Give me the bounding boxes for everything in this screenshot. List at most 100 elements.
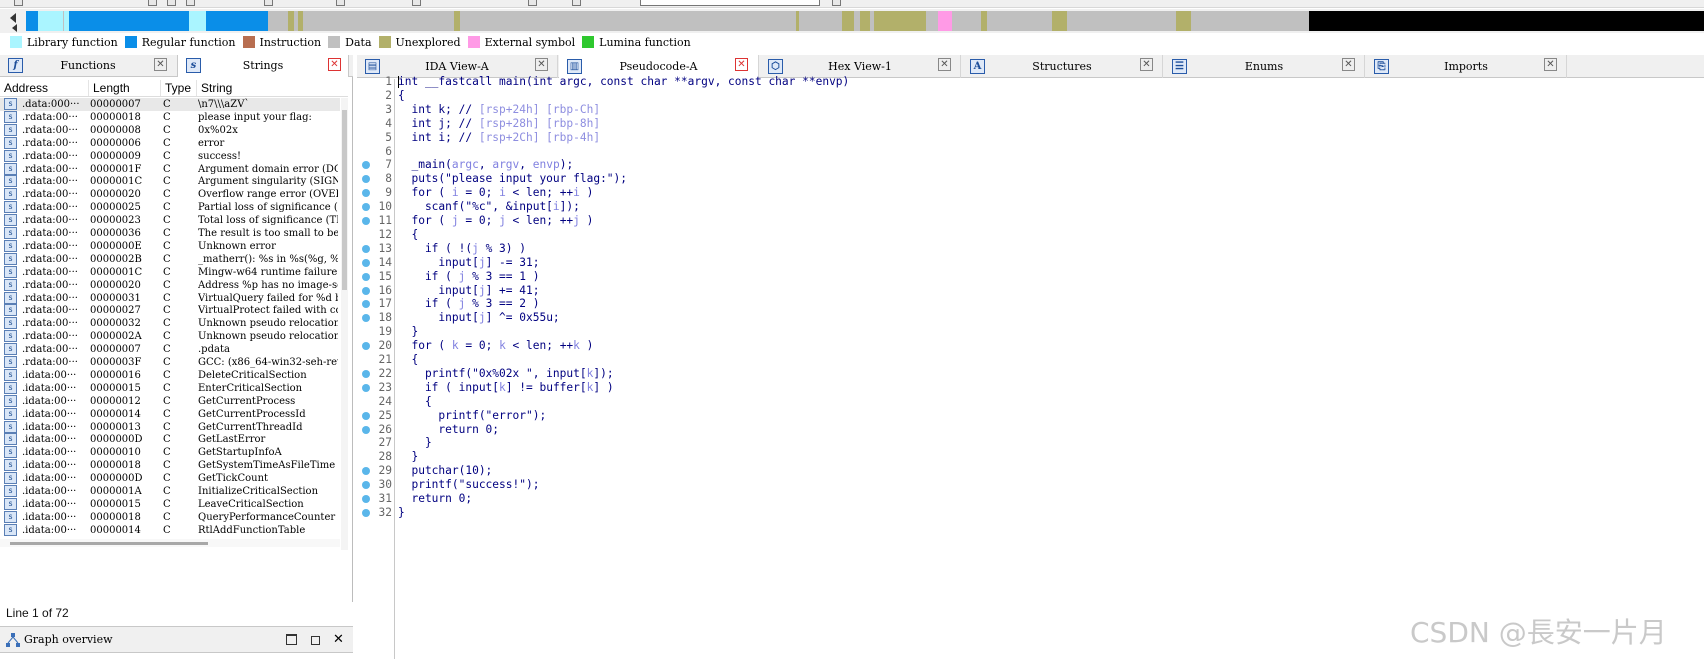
navigation-bar[interactable] <box>26 11 1704 31</box>
toolbar-breakpoint-icon[interactable] <box>832 0 841 6</box>
code-line[interactable]: 1 int __fastcall main(int argc, const cha… <box>357 75 1657 89</box>
table-row[interactable]: s .idata:00··· 00000016 C DeleteCriticalSect… <box>0 368 340 382</box>
code-line[interactable]: 28 } <box>357 450 1657 464</box>
breakpoint-dot-icon[interactable] <box>362 217 370 225</box>
breakpoint-dot-icon[interactable] <box>362 189 370 198</box>
table-row[interactable]: s .idata:00··· 00000014 C GetCurrentProcessI… <box>0 407 340 421</box>
table-row[interactable]: s .idata:00··· 00000012 C GetCurrentProcess <box>0 394 340 408</box>
code-line[interactable]: 10 scanf("%c", &input[i]); <box>357 200 1657 214</box>
code-line[interactable]: 2{ <box>357 89 1657 103</box>
breakpoint-dot-icon[interactable] <box>362 342 370 351</box>
scrollbar-thumb[interactable] <box>10 542 208 545</box>
table-row[interactable]: s .rdata:00··· 00000027 C VirtualProtect fa… <box>0 304 340 317</box>
restore-icon[interactable] <box>311 636 320 645</box>
breakpoint-dot-icon[interactable] <box>362 175 370 184</box>
close-icon[interactable]: ✕ <box>328 58 341 71</box>
tab-strings[interactable]: s Strings ✕ <box>177 55 349 77</box>
table-row[interactable]: s .data:000··· 00000007 C \n7\\\aZV` <box>0 98 340 111</box>
table-row[interactable]: s .rdata:00··· 00000007 C .pdata <box>0 343 340 356</box>
code-line[interactable]: 16 input[j] += 41; <box>357 284 1657 298</box>
breakpoint-dot-icon[interactable] <box>362 411 370 420</box>
toolbar-debugger-select-icon[interactable] <box>640 0 820 6</box>
breakpoint-dot-icon[interactable] <box>362 161 370 170</box>
table-row[interactable]: s .rdata:00··· 0000002A C Unknown pseudo re… <box>0 330 340 343</box>
table-row[interactable]: s .idata:00··· 00000013 C GetCurrentThreadId <box>0 420 340 434</box>
table-row[interactable]: s .rdata:00··· 0000001C C Argument singulari… <box>0 175 340 188</box>
code-line[interactable]: 19 } <box>357 325 1657 339</box>
toolbar-run-icon[interactable] <box>412 0 421 6</box>
table-row[interactable]: s .idata:00··· 0000001A C InitializeCritical… <box>0 485 340 498</box>
breakpoint-dot-icon[interactable] <box>362 300 370 309</box>
table-row[interactable]: s .rdata:00··· 0000002B C _matherr(): %s in … <box>0 252 340 266</box>
code-line[interactable]: 3 int k; // [rsp+24h] [rbp-Ch] <box>357 103 1657 117</box>
vertical-scrollbar[interactable] <box>341 98 348 550</box>
breakpoint-dot-icon[interactable] <box>362 258 370 267</box>
toolbar-search-icon[interactable] <box>264 0 273 6</box>
toolbar-copy-icon[interactable] <box>167 0 176 6</box>
code-line[interactable]: 12 { <box>357 228 1657 242</box>
maximize-icon[interactable] <box>286 634 297 645</box>
breakpoint-dot-icon[interactable] <box>362 244 370 253</box>
table-row[interactable]: s .rdata:00··· 00000020 C Address %p has no … <box>0 278 340 292</box>
column-header-address[interactable]: Address <box>0 80 88 96</box>
table-row[interactable]: s .rdata:00··· 0000000E C Unknown error <box>0 239 340 253</box>
code-line[interactable]: 4 int j; // [rsp+28h] [rbp-8h] <box>357 117 1657 131</box>
breakpoint-dot-icon[interactable] <box>362 467 370 476</box>
close-icon[interactable]: ✕ <box>938 58 951 71</box>
table-row[interactable]: s .rdata:00··· 00000036 C The result is too … <box>0 227 340 240</box>
breakpoint-dot-icon[interactable] <box>362 383 370 392</box>
code-line[interactable]: 13 if ( !(j % 3) ) <box>357 242 1657 256</box>
code-line[interactable]: 25 printf("error"); <box>357 409 1657 423</box>
toolbar-save-icon[interactable] <box>148 0 157 6</box>
code-line[interactable]: 31 return 0; <box>357 492 1657 506</box>
table-row[interactable]: s .idata:00··· 00000018 C GetSystemTimeAsFil… <box>0 459 340 472</box>
breakpoint-dot-icon[interactable] <box>362 481 370 490</box>
table-row[interactable]: s .rdata:00··· 00000009 Csuccess! <box>0 149 340 163</box>
close-icon[interactable]: ✕ <box>333 632 344 647</box>
table-row[interactable]: s .idata:00··· 0000000D C GetLastError <box>0 433 340 446</box>
code-line[interactable]: 22 printf("0x%02x ", input[k]); <box>357 367 1657 381</box>
table-row[interactable]: s .rdata:00··· 0000001F C Argument domain er… <box>0 162 340 176</box>
breakpoint-dot-icon[interactable] <box>362 203 370 212</box>
table-row[interactable]: s .idata:00··· 00000015 C LeaveCriticalSecti… <box>0 497 340 511</box>
close-icon[interactable]: ✕ <box>1140 58 1153 71</box>
code-line[interactable]: 30 printf("success!"); <box>357 478 1657 492</box>
close-icon[interactable]: ✕ <box>1342 58 1355 71</box>
close-icon[interactable]: ✕ <box>1544 58 1557 71</box>
table-row[interactable]: s .rdata:00··· 00000031 C VirtualQuery fail… <box>0 291 340 305</box>
toolbar-paste-icon[interactable] <box>186 0 195 6</box>
code-line[interactable]: 32} <box>357 506 1657 520</box>
horizontal-scrollbar[interactable] <box>0 539 340 547</box>
toolbar-open-icon[interactable] <box>14 0 23 6</box>
tab-functions[interactable]: f Functions ✕ <box>0 55 176 77</box>
breakpoint-dot-icon[interactable] <box>362 495 370 503</box>
close-icon[interactable]: ✕ <box>735 58 748 71</box>
column-header-string[interactable]: String <box>196 80 346 96</box>
nav-back-arrow-icon[interactable] <box>12 24 17 32</box>
breakpoint-dot-icon[interactable] <box>362 508 370 517</box>
code-line[interactable]: 6 <box>357 145 1657 159</box>
code-line[interactable]: 26 return 0; <box>357 423 1657 437</box>
table-row[interactable]: s .idata:00··· 00000015 C EnterCriticalSecti… <box>0 381 340 395</box>
code-line[interactable]: 21 { <box>357 353 1657 367</box>
code-line[interactable]: 17 if ( j % 3 == 2 ) <box>357 297 1657 311</box>
breakpoint-dot-icon[interactable] <box>362 286 370 295</box>
code-line[interactable]: 11 for ( j = 0; j < len; ++j ) <box>357 214 1657 228</box>
table-row[interactable]: s .rdata:00··· 00000032 C Unknown pseudo re… <box>0 317 340 330</box>
table-row[interactable]: s .rdata:00··· 00000008 C 0x%02x <box>0 123 340 137</box>
pseudocode-view[interactable]: 1 int __fastcall main(int argc, const cha… <box>357 75 1704 659</box>
code-line[interactable]: 8 puts("please input your flag:"); <box>357 172 1657 186</box>
table-row[interactable]: s .rdata:00··· 0000003F C GCC: (x86_64-win32… <box>0 356 340 369</box>
table-row[interactable]: s .rdata:00··· 00000020 C Overflow range err… <box>0 188 340 201</box>
close-icon[interactable]: ✕ <box>154 58 167 71</box>
table-row[interactable]: s .rdata:00··· 00000025 C Partial loss of si… <box>0 201 340 214</box>
code-line[interactable]: 27 } <box>357 436 1657 450</box>
code-line[interactable]: 24 { <box>357 395 1657 409</box>
toolbar-debug-icon[interactable] <box>528 0 537 6</box>
code-line[interactable]: 20 for ( k = 0; k < len; ++k ) <box>357 339 1657 353</box>
code-line[interactable]: 29 putchar(10); <box>357 464 1657 478</box>
table-row[interactable]: s .idata:00··· 00000010 C GetStartupInfoA <box>0 446 340 459</box>
code-line[interactable]: 5 int i; // [rsp+2Ch] [rbp-4h] <box>357 131 1657 145</box>
close-icon[interactable]: ✕ <box>535 58 548 71</box>
table-row[interactable]: s .rdata:00··· 0000001C C Mingw-w64 runtime … <box>0 265 340 279</box>
